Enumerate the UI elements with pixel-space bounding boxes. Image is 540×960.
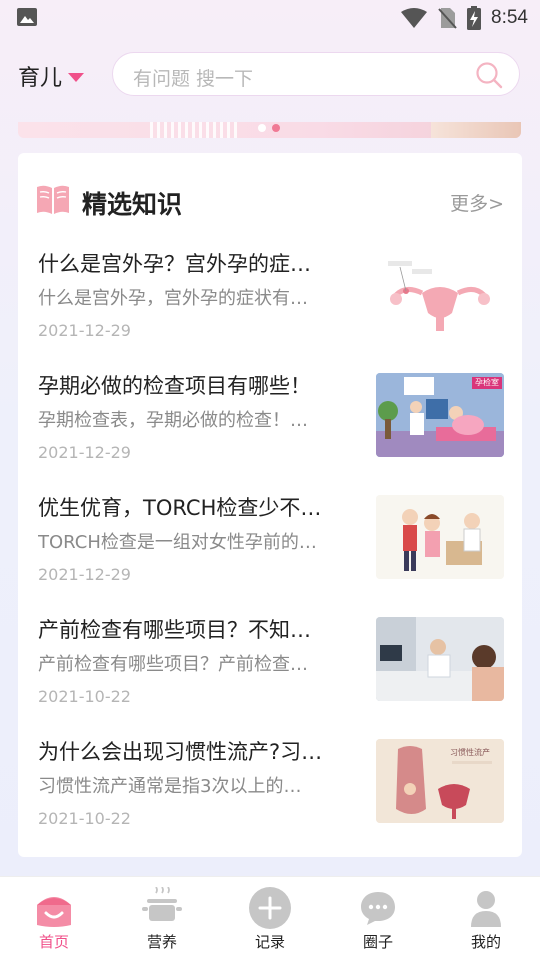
gallery-icon — [17, 8, 37, 26]
article-thumbnail — [376, 617, 504, 701]
article-item[interactable]: 产前检查有哪些项目？不知… 产前检查有哪些项目？产前检查… 2021-10-22 — [38, 617, 504, 727]
wifi-icon — [401, 8, 428, 28]
bottom-nav: 首页 营养 记录 圈子 我的 — [0, 876, 540, 960]
person-icon — [471, 891, 501, 927]
battery-charging-icon — [467, 6, 482, 30]
article-thumbnail — [376, 495, 504, 579]
article-summary: 习惯性流产通常是指3次以上的… — [38, 776, 302, 797]
article-title: 为什么会出现习惯性流产?习… — [38, 740, 323, 764]
article-item[interactable]: 什么是宫外孕？宫外孕的症… 什么是宫外孕，宫外孕的症状有… 2021-12-29 — [38, 251, 504, 361]
nav-nutrition[interactable]: 营养 — [108, 877, 216, 960]
search-bar[interactable]: 有问题 搜一下 — [112, 52, 520, 96]
section-title: 精选知识 — [82, 190, 183, 219]
nav-label: 营养 — [146, 933, 177, 951]
uterus-illustration — [388, 261, 490, 331]
article-item[interactable]: 优生优育，TORCH检查少不… TORCH检查是一组对女性孕前的… 2021-1… — [38, 495, 504, 605]
carousel-dot — [258, 124, 266, 132]
article-date: 2021-10-22 — [38, 809, 131, 828]
nav-label: 记录 — [254, 933, 285, 951]
search-icon[interactable] — [475, 61, 503, 89]
nav-home[interactable]: 首页 — [0, 877, 108, 960]
banner-decoration — [150, 122, 238, 138]
nav-profile[interactable]: 我的 — [432, 877, 540, 960]
couple-doctor-illustration — [376, 495, 504, 579]
article-thumbnail: 习惯性流产 — [376, 739, 504, 823]
doctor-consultation-photo — [376, 617, 504, 701]
caret-down-icon — [68, 72, 85, 82]
no-sim-icon — [438, 8, 457, 29]
status-bar: 8:54 — [0, 0, 540, 36]
knowledge-header: 精选知识 更多> — [36, 183, 504, 219]
thumb-label: 习惯性流产 — [450, 748, 490, 757]
home-icon — [37, 897, 71, 927]
article-thumbnail — [376, 251, 504, 335]
article-date: 2021-12-29 — [38, 321, 131, 340]
article-date: 2021-10-22 — [38, 687, 131, 706]
chat-bubble-icon — [361, 892, 395, 925]
article-item[interactable]: 孕期必做的检查项目有哪些！ 孕期检查表，孕期必做的检查！… 2021-12-29… — [38, 373, 504, 483]
article-summary: 产前检查有哪些项目？产前检查… — [38, 654, 308, 675]
nav-record[interactable]: 记录 — [216, 877, 324, 960]
add-circle-icon — [249, 887, 291, 929]
thumb-sign: 孕检室 — [475, 378, 499, 387]
article-thumbnail: 孕检室 — [376, 373, 504, 457]
nav-circle[interactable]: 圈子 — [324, 877, 432, 960]
header: 育儿 有问题 搜一下 — [0, 50, 540, 98]
article-title: 产前检查有哪些项目？不知… — [38, 618, 311, 642]
banner-carousel[interactable] — [18, 122, 521, 138]
pot-icon — [142, 887, 182, 921]
category-label: 育儿 — [18, 66, 63, 91]
article-title: 优生优育，TORCH检查少不… — [38, 496, 322, 520]
category-selector[interactable]: 育儿 — [18, 60, 85, 92]
banner-image — [431, 122, 521, 138]
more-link[interactable]: 更多> — [450, 189, 504, 216]
article-date: 2021-12-29 — [38, 443, 131, 462]
status-time: 8:54 — [491, 7, 528, 28]
carousel-dot-active — [272, 124, 280, 132]
article-summary: TORCH检查是一组对女性孕前的… — [38, 532, 317, 553]
article-title: 什么是宫外孕？宫外孕的症… — [38, 252, 311, 276]
knowledge-card: 精选知识 更多> 什么是宫外孕？宫外孕的症… 什么是宫外孕，宫外孕的症状有… 2… — [18, 153, 522, 857]
article-summary: 孕期检查表，孕期必做的检查！… — [38, 410, 308, 431]
search-placeholder: 有问题 搜一下 — [133, 68, 254, 90]
article-item[interactable]: 为什么会出现习惯性流产?习… 习惯性流产通常是指3次以上的… 2021-10-2… — [38, 739, 504, 849]
article-date: 2021-12-29 — [38, 565, 131, 584]
nav-label: 首页 — [38, 933, 69, 951]
article-summary: 什么是宫外孕，宫外孕的症状有… — [38, 288, 308, 309]
article-title: 孕期必做的检查项目有哪些！ — [38, 374, 311, 398]
nav-label: 我的 — [470, 933, 501, 951]
book-icon — [37, 185, 69, 214]
nav-label: 圈子 — [362, 933, 393, 951]
